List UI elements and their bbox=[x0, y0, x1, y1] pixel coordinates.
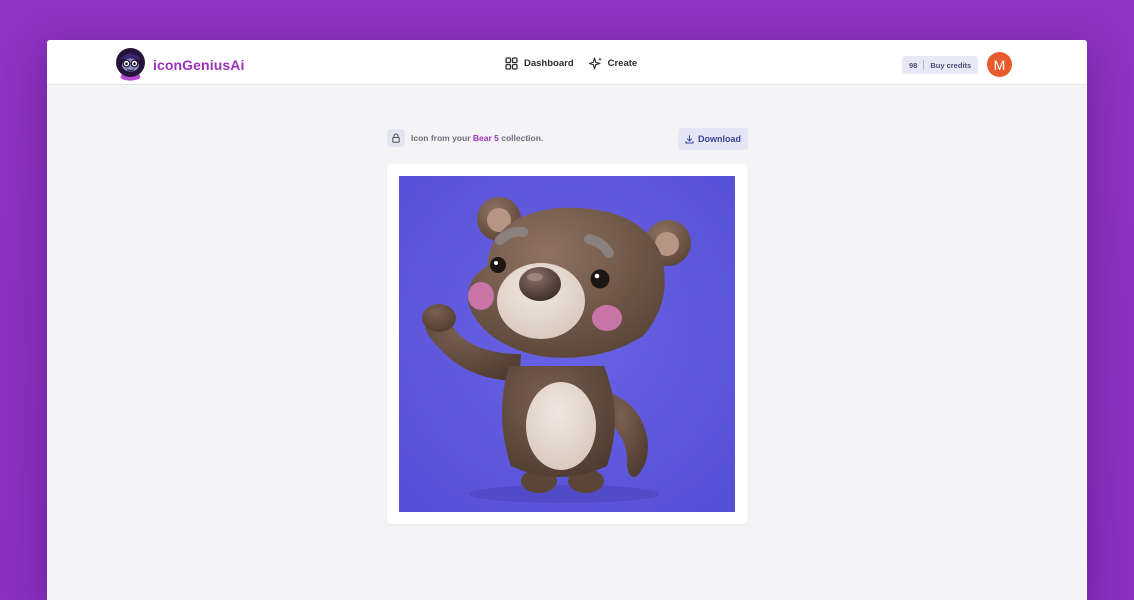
credits-divider bbox=[923, 60, 925, 70]
nav-create[interactable]: Create bbox=[588, 57, 638, 70]
nav-dashboard[interactable]: Dashboard bbox=[505, 57, 574, 70]
buy-credits-button[interactable]: Buy credits bbox=[930, 61, 971, 70]
cartoon-mascot-icon bbox=[116, 48, 145, 81]
collection-info-bar: Icon from your Bear 5 collection. Downlo… bbox=[387, 128, 748, 150]
user-avatar[interactable]: M bbox=[987, 52, 1012, 77]
download-icon bbox=[685, 134, 694, 143]
main-nav: Dashboard Create bbox=[505, 57, 637, 70]
nav-create-label: Create bbox=[607, 58, 638, 69]
icon-preview-card bbox=[387, 164, 748, 524]
nav-dashboard-label: Dashboard bbox=[524, 58, 574, 69]
brand[interactable]: iconGeniusAi bbox=[115, 48, 244, 81]
credits-count: 98 bbox=[909, 60, 918, 70]
credits-widget: 98 Buy credits bbox=[902, 56, 979, 74]
download-button[interactable]: Download bbox=[678, 128, 748, 150]
info-suffix: collection. bbox=[498, 133, 544, 143]
download-label: Download bbox=[698, 134, 741, 144]
dashboard-icon bbox=[505, 57, 518, 70]
collection-info-text: Icon from your Bear 5 collection. bbox=[411, 133, 543, 143]
collection-link[interactable]: Bear 5 bbox=[473, 133, 499, 143]
top-navbar: iconGeniusAi Dashboard Create 98 Buy cre… bbox=[47, 40, 1087, 85]
lock-icon bbox=[392, 133, 400, 143]
info-prefix: Icon from your bbox=[411, 133, 473, 143]
teddy-bear-image bbox=[399, 176, 735, 512]
brand-name: iconGeniusAi bbox=[153, 56, 245, 73]
lock-badge bbox=[387, 129, 405, 147]
app-window: iconGeniusAi Dashboard Create 98 Buy cre… bbox=[47, 40, 1087, 600]
sparkle-icon bbox=[588, 57, 602, 70]
